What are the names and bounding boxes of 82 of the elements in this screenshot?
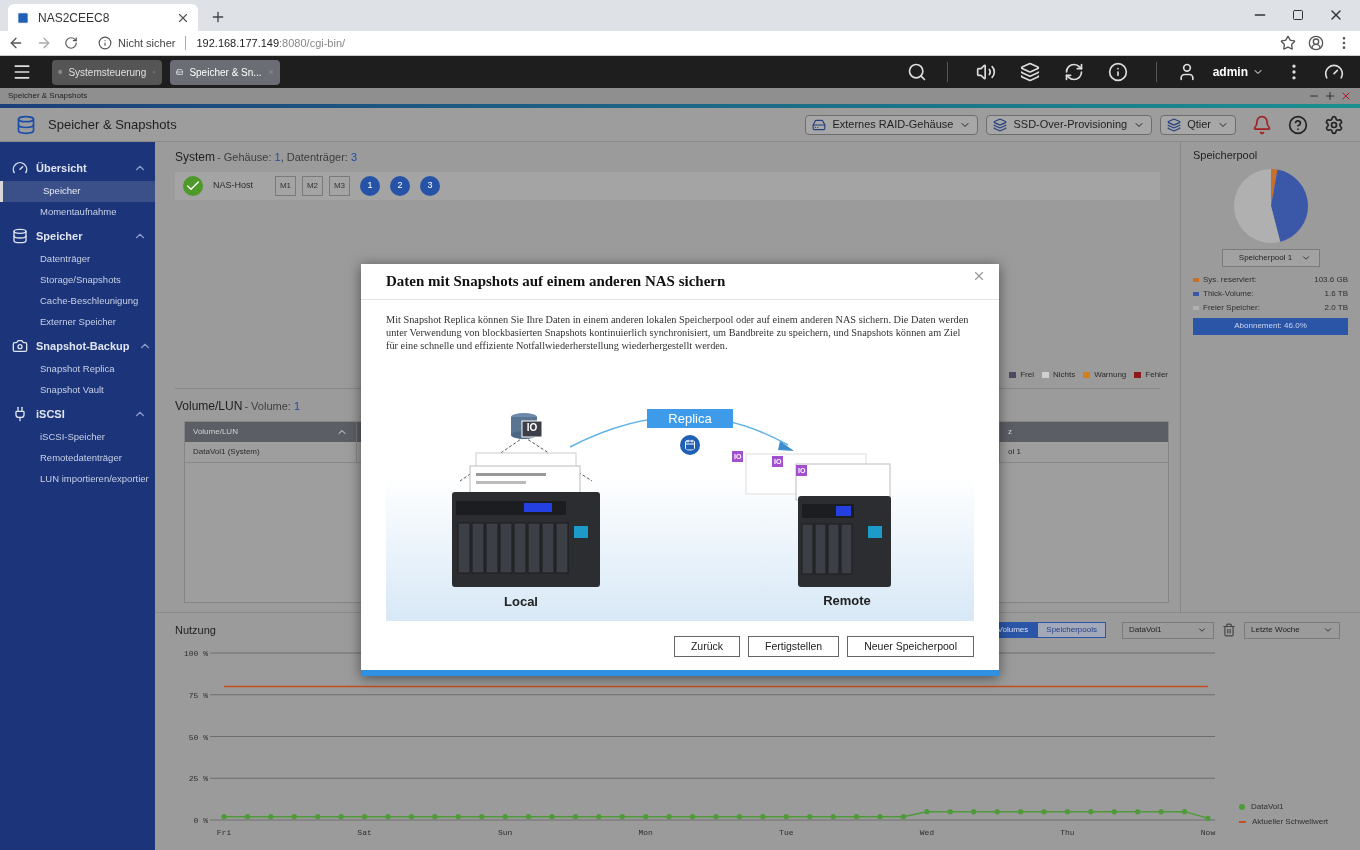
toolbar-dropdown[interactable]: SSD-Over-Provisioning: [986, 114, 1153, 135]
column-header[interactable]: z: [1000, 422, 1168, 442]
sidebar-group[interactable]: Snapshot-Backup: [36, 337, 130, 355]
table-cell: DataVol1 (System): [185, 442, 357, 462]
axis-label: Fri: [216, 828, 232, 837]
legend-value: 103.6 GB: [1314, 274, 1348, 286]
sidebar-item[interactable]: Snapshot Replica: [0, 359, 155, 380]
replica-label: Replica: [647, 409, 733, 428]
section-subtitle: - Volume: 1: [244, 399, 301, 414]
legend-label: Sys. reserviert:: [1203, 274, 1258, 286]
sidebar-item[interactable]: iSCSI-Speicher: [0, 427, 155, 448]
period-select[interactable]: Letzte Woche: [1244, 621, 1340, 639]
axis-label: Thu: [1060, 828, 1075, 837]
disk-slot[interactable]: 2: [390, 176, 410, 196]
column-header[interactable]: Volume/LUN: [185, 422, 357, 442]
security-label: Nicht sicher: [118, 35, 176, 51]
remote-label: Remote: [822, 592, 872, 610]
url-text[interactable]: 192.168.177.149:8080/cgi-bin/: [196, 34, 346, 52]
module-slot[interactable]: M2: [302, 176, 323, 196]
sidebar-item[interactable]: Speicher: [0, 181, 155, 202]
axis-label: 75 %: [188, 690, 208, 700]
legend-label: Fehler: [1145, 369, 1168, 381]
disk-slot[interactable]: 3: [420, 176, 440, 196]
legend-label: Warnung: [1094, 369, 1127, 381]
toolbar-dropdown[interactable]: Externes RAID-Gehäuse: [805, 114, 979, 135]
dialog-title: Daten mit Snapshots auf einem anderen NAS sichern: [386, 272, 727, 292]
legend-label: Thick-Volume:: [1203, 288, 1255, 300]
axis-label: Sat: [357, 828, 372, 837]
axis-label: Mon: [638, 828, 653, 837]
app-title: Speicher & Snapshots: [48, 115, 178, 134]
module-slot[interactable]: M3: [329, 176, 350, 196]
sidebar-item[interactable]: Snapshot Vault: [0, 380, 155, 401]
sidebar-item[interactable]: Cache-Beschleunigung: [0, 291, 155, 312]
axis-label: Tue: [779, 828, 794, 837]
dialog-button[interactable]: Zurück: [673, 636, 740, 657]
section-title: Nutzung: [175, 622, 217, 638]
disk-slot[interactable]: 1: [360, 176, 380, 196]
axis-label: Sun: [497, 828, 513, 837]
axis-label: 100 %: [184, 649, 208, 658]
section-subtitle: - Gehäuse: 1, Datenträger: 3: [217, 150, 358, 165]
sidebar-item[interactable]: Datenträger: [0, 249, 155, 270]
user-menu[interactable]: admin: [1212, 63, 1264, 81]
legend-label: Aktueller Schwellwert: [1252, 816, 1329, 828]
subscription-bar: Abonnement: 46.0%: [1193, 317, 1348, 335]
axis-label: Now: [1200, 828, 1216, 837]
table-cell-text: ol 1: [1007, 446, 1022, 458]
sidebar-item[interactable]: Remotedatenträger: [0, 448, 155, 469]
view-toggle[interactable]: Speicherpools: [1037, 622, 1106, 638]
window-title: Speicher & Snapshots: [8, 90, 89, 102]
io-label: IO: [525, 422, 539, 434]
section-title: System: [175, 149, 215, 166]
sidebar-item[interactable]: Externer Speicher: [0, 312, 155, 333]
app-tab[interactable]: Systemsteuerung: [52, 59, 162, 85]
dialog-button[interactable]: Neuer Speicherpool: [847, 636, 974, 657]
axis-label: 0 %: [193, 816, 208, 825]
panel-title: Speicherpool: [1193, 148, 1259, 163]
toolbar-dropdown[interactable]: Qtier: [1160, 114, 1236, 135]
local-label: Local: [503, 593, 539, 611]
legend-label: Freier Speicher:: [1203, 302, 1261, 314]
axis-label: Wed: [919, 828, 935, 837]
dialog-button[interactable]: Fertigstellen: [748, 636, 840, 657]
browser-tab[interactable]: NAS2CEEC8: [8, 4, 198, 31]
volume-select[interactable]: DataVol1: [1122, 621, 1214, 639]
legend-label: Frei: [1020, 369, 1034, 381]
pool-select[interactable]: Speicherpool 1: [1221, 248, 1320, 267]
dialog-description: Mit Snapshot Replica können Sie Ihre Daten in einem anderen lokalen Speicherpool oder auf einem anderen NAS sichern. Die Daten werden unter Verwendung von blockbasierten Snapshots kontinuierlich synchronisiert, um Bandbreite zu speichern, und Snapshots können am Ziel für eine schnelle und effiziente Notfallwiederherstellung wiederhergestellt werden.: [385, 313, 970, 352]
app-tab[interactable]: Speicher & Sn...: [170, 59, 280, 85]
section-title: Volume/LUN: [175, 398, 243, 415]
legend-label: Nichts: [1052, 369, 1076, 381]
sidebar-group[interactable]: Übersicht: [36, 159, 125, 177]
sidebar-item[interactable]: Storage/Snapshots: [0, 270, 155, 291]
legend-value: 2.0 TB: [1324, 302, 1348, 314]
legend-label: DataVol1: [1251, 801, 1284, 813]
axis-label: 25 %: [188, 774, 208, 784]
sidebar-group[interactable]: iSCSI: [36, 405, 125, 423]
host-label: NAS-Host: [213, 179, 253, 193]
sidebar-group[interactable]: Speicher: [36, 227, 125, 245]
legend-value: 1.6 TB: [1324, 288, 1348, 300]
sidebar-item[interactable]: LUN importieren/exportier: [0, 469, 155, 490]
sidebar-item[interactable]: Momentaufnahme: [0, 202, 155, 223]
axis-label: 50 %: [188, 732, 208, 742]
module-slot[interactable]: M1: [275, 176, 296, 196]
